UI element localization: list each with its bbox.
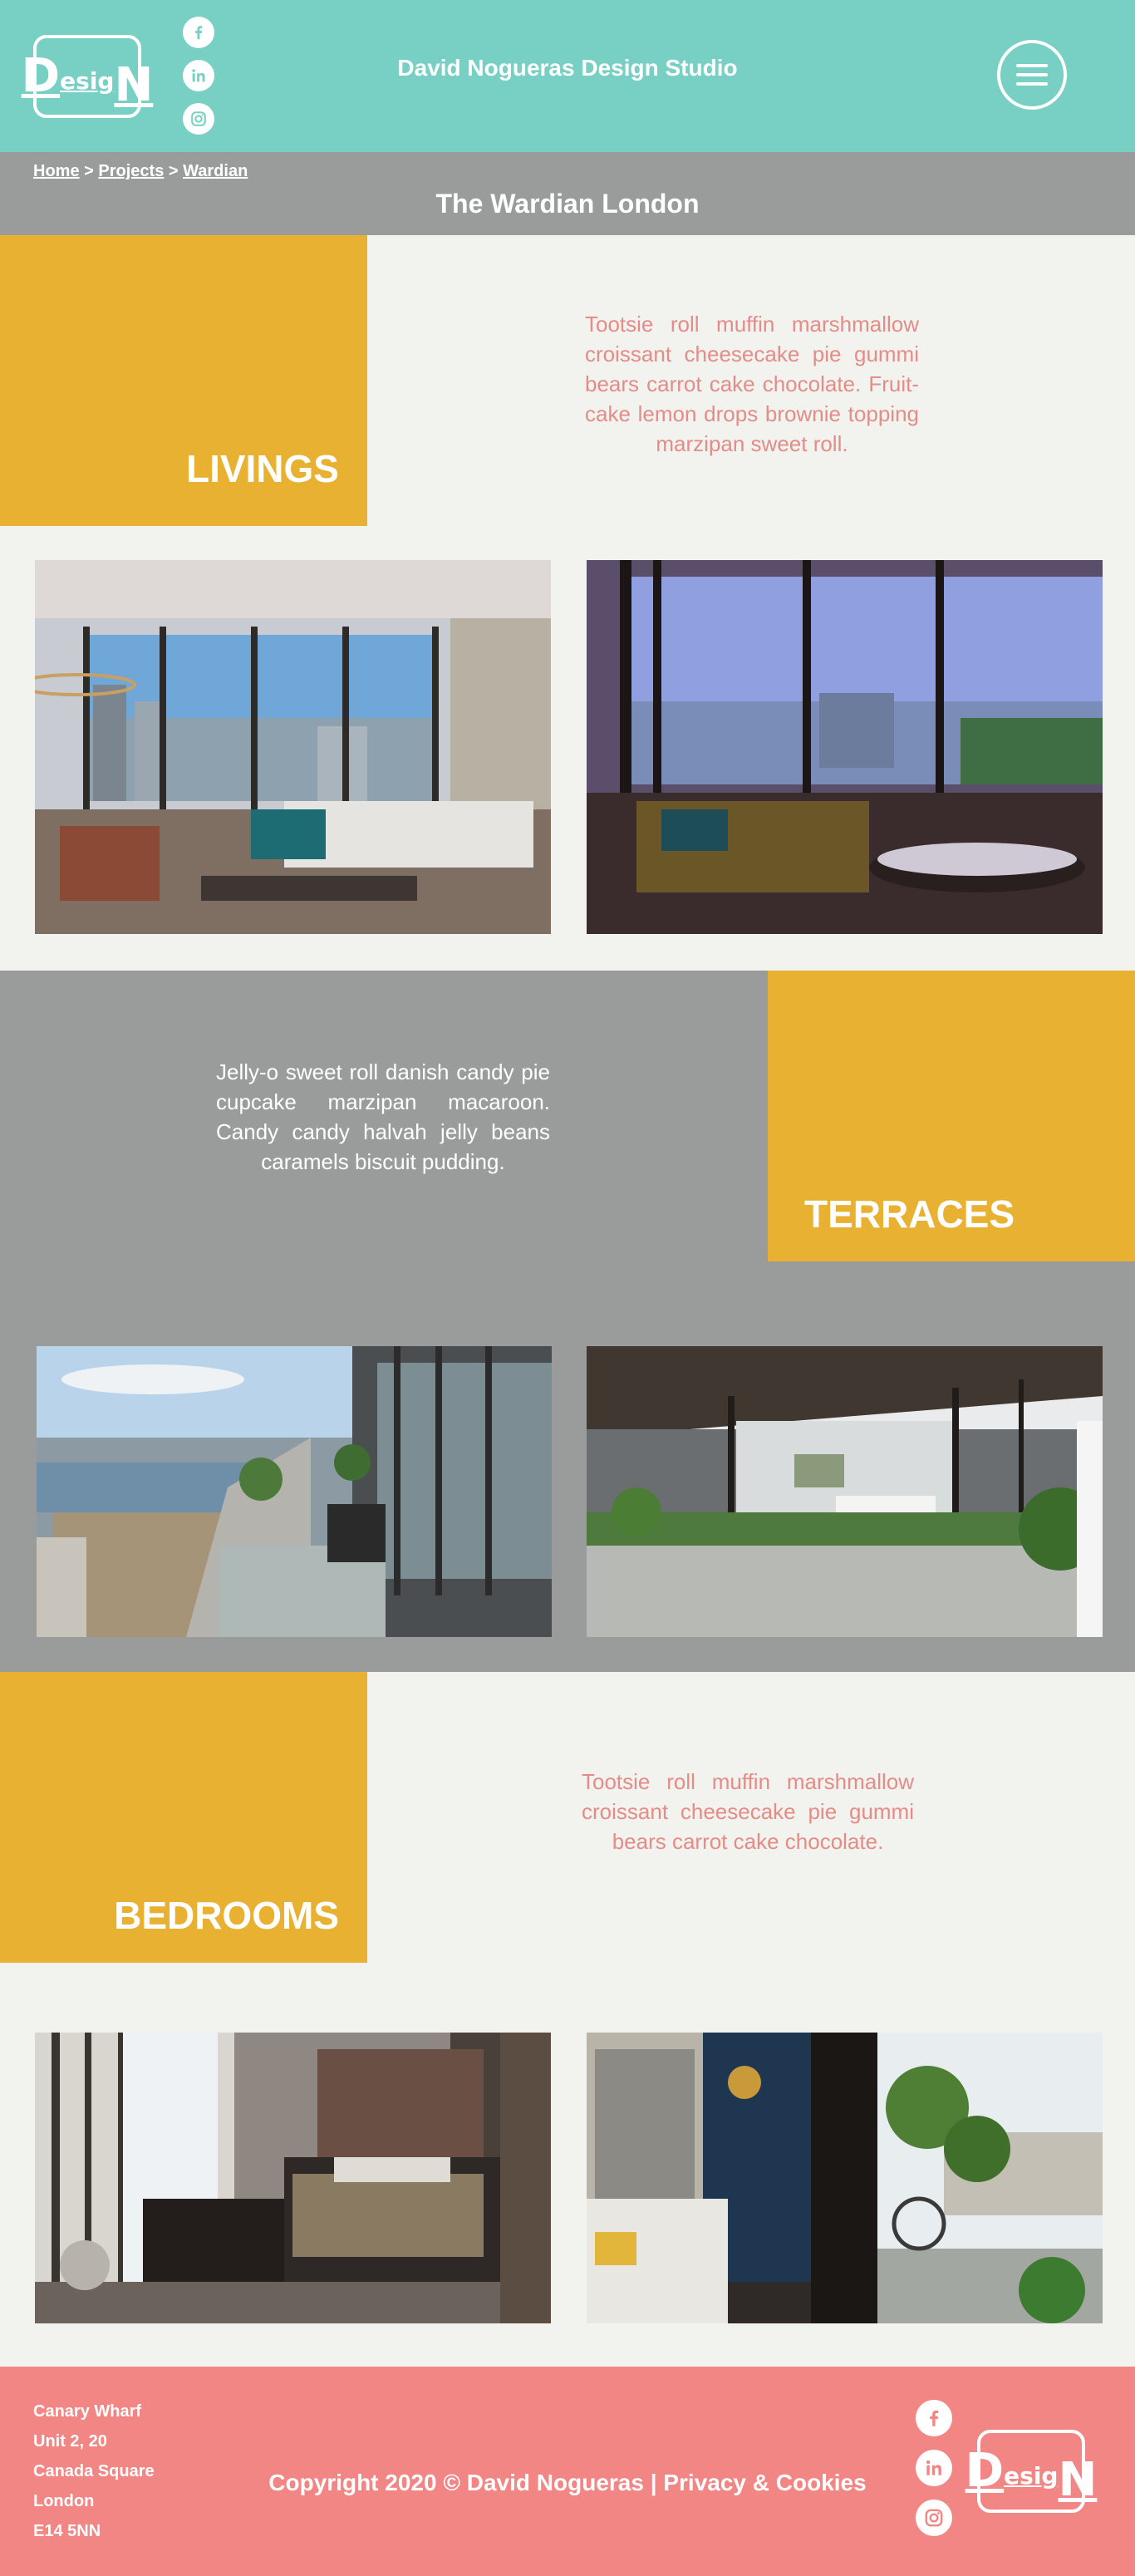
- menu-bar: [1016, 64, 1048, 67]
- facebook-icon[interactable]: [916, 2400, 952, 2436]
- address-line: E14 5NN: [33, 2522, 101, 2540]
- terraces-photo-1[interactable]: [37, 1346, 552, 1637]
- page-title: The Wardian London: [435, 189, 700, 219]
- address-line: Canary Wharf: [33, 2402, 142, 2421]
- bedrooms-title: BEDROOMS: [114, 1894, 339, 1937]
- livings-title-block: LIVINGS: [0, 235, 367, 526]
- hamburger-menu-icon[interactable]: [997, 40, 1067, 110]
- bedrooms-text: Tootsie roll muffin marshmallow croissan…: [582, 1769, 914, 1854]
- breadcrumb-separator: >: [84, 162, 94, 180]
- terrace-image: [587, 1346, 1103, 1637]
- livings-text: Tootsie roll muffin marshmallow croissan…: [585, 312, 919, 456]
- livings-photo-2[interactable]: [587, 560, 1103, 934]
- logo-letters-esig: esig: [1004, 2462, 1059, 2490]
- title-bar: Home > Projects > Wardian The Wardian Lo…: [0, 152, 1135, 235]
- menu-bar: [1016, 82, 1048, 86]
- terraces-title: TERRACES: [804, 1192, 1015, 1236]
- bedrooms-photo-1[interactable]: [35, 2033, 551, 2323]
- terrace-image: [37, 1346, 552, 1637]
- terraces-title-block: TERRACES: [768, 971, 1135, 1261]
- privacy-cookies-link[interactable]: Privacy & Cookies: [663, 2470, 866, 2495]
- breadcrumb-home[interactable]: Home: [33, 162, 80, 180]
- bedrooms-title-block: BEDROOMS: [0, 1672, 367, 1963]
- footer-separator: |: [650, 2470, 657, 2495]
- instagram-icon[interactable]: [916, 2500, 952, 2536]
- logo-letter-d: D: [965, 2444, 1005, 2498]
- linkedin-icon[interactable]: [916, 2450, 952, 2486]
- breadcrumb-separator: >: [168, 162, 179, 180]
- footer-logo[interactable]: Desig N: [965, 2430, 1097, 2513]
- bedroom-image: [35, 2033, 551, 2323]
- breadcrumb-wardian[interactable]: Wardian: [183, 162, 248, 180]
- livings-title: LIVINGS: [185, 447, 339, 490]
- bedroom-image: [587, 2033, 1103, 2323]
- livings-photo-1[interactable]: [35, 560, 551, 934]
- logo-letter-n: N: [1058, 2453, 1098, 2507]
- terraces-photo-2[interactable]: [587, 1346, 1103, 1637]
- instagram-icon[interactable]: [183, 103, 214, 135]
- menu-bar: [1016, 73, 1048, 76]
- address-line: Unit 2, 20: [33, 2432, 107, 2451]
- facebook-icon[interactable]: [183, 17, 214, 48]
- living-room-image: [35, 560, 551, 934]
- copyright-text: Copyright 2020 © David Nogueras: [268, 2470, 644, 2495]
- breadcrumb: Home > Projects > Wardian: [33, 162, 248, 181]
- site-title: David Nogueras Design Studio: [397, 55, 738, 81]
- breadcrumb-projects[interactable]: Projects: [98, 162, 164, 180]
- living-room-image: [587, 560, 1103, 934]
- bedrooms-photo-2[interactable]: [587, 2033, 1103, 2323]
- terraces-text: Jelly-o sweet roll danish candy pie cupc…: [216, 1059, 550, 1174]
